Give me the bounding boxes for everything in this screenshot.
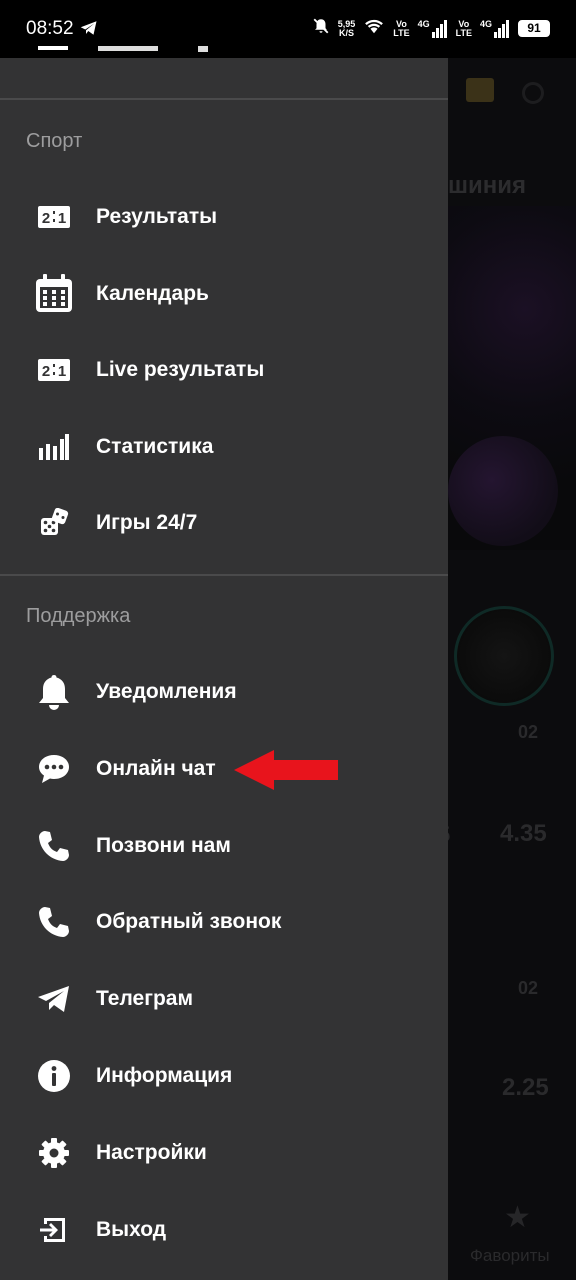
menu-item-logout[interactable]: Выход [0, 1192, 448, 1268]
menu-item-label: Live результаты [96, 358, 265, 381]
volte-sim2: Vo LTE [455, 18, 472, 38]
volte-sim1: Vo LTE [393, 18, 410, 38]
menu-item-calendar[interactable]: Календарь [0, 256, 448, 332]
menu-item-results[interactable]: 21 Результаты [0, 179, 448, 255]
menu-item-label: Телеграм [96, 987, 193, 1010]
menu-item-information[interactable]: Информация [0, 1038, 448, 1114]
menu-item-label: Обратный звонок [96, 910, 282, 933]
telegram-icon [0, 961, 96, 1037]
menu-item-callback[interactable]: Обратный звонок [0, 884, 448, 960]
background-banner [448, 206, 576, 706]
background-title: шиния [448, 172, 527, 199]
menu-item-label: Игры 24/7 [96, 511, 198, 534]
menu-item-label: Информация [96, 1064, 233, 1087]
phone-icon [0, 808, 96, 884]
background-value: 2.25 [502, 1074, 549, 1101]
bar-chart-icon [0, 409, 96, 485]
menu-item-telegram[interactable]: Телеграм [0, 961, 448, 1037]
menu-item-label: Результаты [96, 205, 218, 228]
section-title-support: Поддержка [26, 605, 131, 627]
menu-item-live-results[interactable]: 21 Live результаты [0, 332, 448, 408]
svg-text:1: 1 [58, 363, 66, 380]
star-icon: ★ [504, 1201, 531, 1234]
menu-item-label: Выход [96, 1218, 167, 1241]
clock: 08:52 [26, 18, 74, 39]
background-value: 5 [448, 822, 450, 848]
favorites-tab-label: Фавориты [470, 1246, 550, 1265]
background-app: шиния 02 5 4.35 02 2.25 ★ Фавориты [448, 0, 576, 1280]
menu-item-label: Позвони нам [96, 834, 231, 857]
scoreboard-icon: 21 [0, 332, 96, 408]
background-value: 02 [518, 978, 539, 998]
scoreboard-icon: 21 [0, 179, 96, 255]
bell-icon [0, 654, 96, 730]
svg-text:2: 2 [42, 363, 50, 380]
gift-icon [466, 78, 494, 102]
calendar-icon [0, 256, 96, 332]
menu-item-label: Настройки [96, 1141, 207, 1164]
menu-item-call-us[interactable]: Позвони нам [0, 808, 448, 884]
menu-item-notifications[interactable]: Уведомления [0, 654, 448, 730]
menu-item-online-chat[interactable]: Онлайн чат [0, 731, 448, 807]
wifi-icon [363, 17, 385, 40]
menu-item-statistics[interactable]: Статистика [0, 409, 448, 485]
annotation-arrow [232, 748, 340, 797]
signal-sim1: 4G [418, 19, 448, 38]
battery-indicator: 91 [518, 20, 550, 37]
menu-item-label: Статистика [96, 435, 214, 458]
menu-item-label: Уведомления [96, 680, 237, 703]
network-speed: 5,95 K/S [337, 18, 356, 38]
logout-icon [0, 1192, 96, 1268]
menu-item-label: Календарь [96, 282, 209, 305]
phone-icon [0, 884, 96, 960]
svg-text:2: 2 [42, 210, 50, 227]
mute-bell-icon [312, 16, 330, 41]
section-title-sport: Спорт [26, 130, 83, 152]
user-icon [522, 82, 544, 104]
background-value: 02 [518, 722, 539, 742]
ball-image [448, 436, 558, 546]
ball-image [454, 606, 554, 706]
previous-menu-item-partial[interactable] [0, 46, 448, 100]
signal-sim2: 4G [480, 19, 510, 38]
gear-icon [0, 1115, 96, 1191]
svg-text:1: 1 [58, 210, 66, 227]
menu-item-games[interactable]: Игры 24/7 [0, 485, 448, 561]
dice-icon [0, 485, 96, 561]
divider [0, 574, 448, 576]
telegram-notification-icon [80, 20, 98, 41]
menu-item-settings[interactable]: Настройки [0, 1115, 448, 1191]
info-icon [0, 1038, 96, 1114]
menu-item-label: Онлайн чат [96, 757, 216, 780]
divider [0, 98, 448, 100]
background-value: 4.35 [500, 820, 547, 847]
chat-icon [0, 731, 96, 807]
navigation-drawer: Спорт 21 Результаты Календарь 21 Live ре… [0, 46, 448, 1280]
